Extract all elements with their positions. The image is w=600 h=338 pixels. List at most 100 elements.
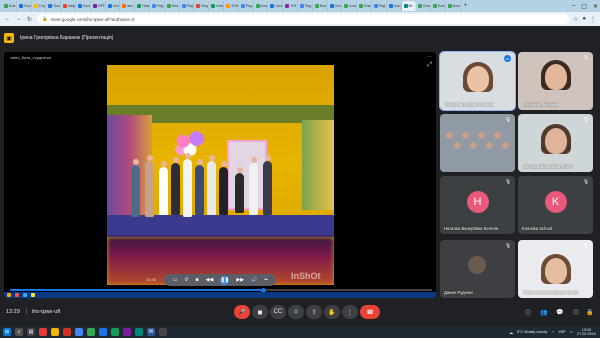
reload-icon[interactable]: ↻ xyxy=(26,16,33,23)
participant-tile[interactable]: 🎙 Світлана Василівна Ридуп xyxy=(518,114,593,172)
skip-forward-icon[interactable]: ▶▶ xyxy=(236,277,244,283)
browser-tab[interactable]: Вход xyxy=(194,1,210,11)
maximize-icon[interactable]: ▢ xyxy=(581,3,587,10)
browser-tab[interactable]: Mr xyxy=(401,1,417,11)
subtitles-icon[interactable]: ▭ xyxy=(173,277,178,283)
participant-name: Ірина Григорівна Баранюк xyxy=(444,102,495,107)
fullscreen-icon[interactable]: ⤢ xyxy=(427,62,432,69)
new-tab-button[interactable]: + xyxy=(461,3,471,9)
browser-tab[interactable]: ТІЯ xyxy=(283,1,298,11)
browser-tab[interactable]: Ред xyxy=(372,1,387,11)
browser-tab[interactable]: Стр xyxy=(32,1,47,11)
task-view-icon[interactable]: ▤ xyxy=(27,328,35,336)
browser-tab[interactable]: Кафі xyxy=(61,1,76,11)
presentation-stage[interactable]: video_Катя_студентка ⋯ ⤢ 15:46 ▭ ↺ ■ ◀◀ … xyxy=(4,52,436,298)
browser-tab[interactable]: Бла xyxy=(165,1,180,11)
person-figure xyxy=(183,153,192,217)
browser-tab[interactable]: Ред xyxy=(298,1,313,11)
leave-call-button[interactable]: ☎ xyxy=(360,305,380,319)
browser-tab[interactable]: Goo xyxy=(76,1,91,11)
info-button[interactable]: ⓘ xyxy=(520,305,536,319)
camera-button[interactable]: ◼ xyxy=(252,305,268,319)
stage-more-icon[interactable]: ⋯ xyxy=(427,54,432,60)
mic-off-button[interactable]: 🎤 xyxy=(234,305,250,319)
browser-tab[interactable]: Ред xyxy=(180,1,195,11)
clock[interactable]: 13:29 27.02.2024 xyxy=(577,328,596,337)
browser-tab[interactable]: Goo xyxy=(328,1,343,11)
captions-button[interactable]: CC xyxy=(270,305,286,319)
rewind-icon[interactable]: ↺ xyxy=(184,277,188,283)
close-icon[interactable]: ✕ xyxy=(593,3,598,10)
participant-tile[interactable]: 🎙 Тетяна Олександрівна Прийо xyxy=(518,240,593,298)
url-input[interactable]: 🔒 meet.google.com/iho-tpwx-ufl?authuser=… xyxy=(37,14,569,24)
minimize-icon[interactable]: – xyxy=(572,3,575,9)
browser-tab[interactable]: Бла xyxy=(357,1,372,11)
browser-tab[interactable]: Goo xyxy=(387,1,402,11)
volume-icon[interactable]: 🔊 xyxy=(251,277,257,283)
browser-tab[interactable]: Goo xyxy=(268,1,284,11)
word-icon[interactable]: W xyxy=(147,328,155,336)
participant-tile[interactable]: 🎙 Катерина Лисевміч xyxy=(518,52,593,110)
browser-tab[interactable]: Бла xyxy=(254,1,269,11)
browser-tab[interactable]: Бла xyxy=(2,1,17,11)
pause-button[interactable]: ❚❚ xyxy=(220,275,230,285)
favicon-icon xyxy=(329,4,334,8)
app-icon[interactable] xyxy=(63,328,71,336)
browser-tab[interactable]: Бла xyxy=(446,1,461,11)
chat-button[interactable]: 💬 xyxy=(552,305,568,319)
app-icon[interactable] xyxy=(99,328,107,336)
participant-tile[interactable]: 🎙 Данил Руденко xyxy=(440,240,515,298)
favicon-icon xyxy=(373,4,378,8)
browser-tab[interactable]: ОРТ xyxy=(91,1,106,11)
host-controls-button[interactable]: 🔒 xyxy=(584,305,596,319)
activities-button[interactable]: ⬡ xyxy=(568,305,584,319)
wifi-icon[interactable]: ◠ xyxy=(570,330,573,335)
chrome-icon[interactable] xyxy=(75,328,83,336)
browser-tab-label: Ред xyxy=(156,4,164,8)
browser-tab-label: Goo xyxy=(112,4,120,8)
app-icon[interactable] xyxy=(159,328,167,336)
emoji-button[interactable]: ☺ xyxy=(288,305,304,319)
browser-tab[interactable]: Goo xyxy=(46,1,62,11)
forward-icon[interactable]: → xyxy=(15,16,22,22)
skip-back-icon[interactable]: ◀◀ xyxy=(206,277,214,283)
participant-tile[interactable]: ••• Ірина Григорівна Баранюк xyxy=(439,51,516,111)
tray-chevron-icon[interactable]: ⌃ xyxy=(551,330,554,335)
browser-tab[interactable]: Goo xyxy=(17,1,32,11)
stop-icon[interactable]: ■ xyxy=(196,277,199,283)
browser-tab[interactable]: Бла xyxy=(431,1,446,11)
more-options-button[interactable]: ⋮ xyxy=(342,305,358,319)
participant-tile[interactable]: 🎙 xyxy=(440,114,515,172)
shared-video[interactable] xyxy=(107,65,334,285)
browser-tab[interactable]: Бла xyxy=(342,1,358,11)
app-icon[interactable] xyxy=(111,328,119,336)
video-progress-bar[interactable] xyxy=(10,287,432,293)
browser-tab[interactable]: Goo xyxy=(106,1,121,11)
file-explorer-icon[interactable] xyxy=(51,328,59,336)
volume-slider[interactable]: ━ xyxy=(264,277,267,283)
star-icon[interactable]: ☆ xyxy=(573,16,578,23)
app-icon[interactable] xyxy=(39,328,47,336)
search-icon[interactable]: ⌕ xyxy=(15,328,23,336)
windows-start-icon[interactable]: ⊞ xyxy=(3,328,11,336)
app-icon[interactable] xyxy=(123,328,131,336)
profile-icon[interactable]: ● xyxy=(582,16,586,22)
browser-tab[interactable]: 3ОН xyxy=(224,1,239,11)
app-icon[interactable] xyxy=(87,328,95,336)
browser-tab[interactable]: Нова xyxy=(209,1,224,11)
browser-tab[interactable]: Бла xyxy=(416,1,432,11)
back-icon[interactable]: ← xyxy=(4,16,11,22)
participant-tile[interactable]: Н 🎙 Наталка Валеріївна Котелін xyxy=(440,176,515,234)
language-indicator[interactable]: УКР xyxy=(559,330,566,334)
raise-hand-button[interactable]: ✋ xyxy=(324,305,340,319)
browser-tab[interactable]: Бла xyxy=(313,1,328,11)
present-button[interactable]: ⇪ xyxy=(306,305,322,319)
people-button[interactable]: 👥 xyxy=(536,305,552,319)
browser-tab[interactable]: Ред xyxy=(150,1,165,11)
participant-tile[interactable]: K 🎙 Kosovka School xyxy=(518,176,593,234)
browser-tab[interactable]: Новк xyxy=(135,1,150,11)
browser-tab[interactable]: Ред xyxy=(239,1,254,11)
browser-tab[interactable]: вікі xyxy=(120,1,136,11)
app-icon[interactable] xyxy=(135,328,143,336)
menu-kebab-icon[interactable]: ⋮ xyxy=(590,16,596,23)
